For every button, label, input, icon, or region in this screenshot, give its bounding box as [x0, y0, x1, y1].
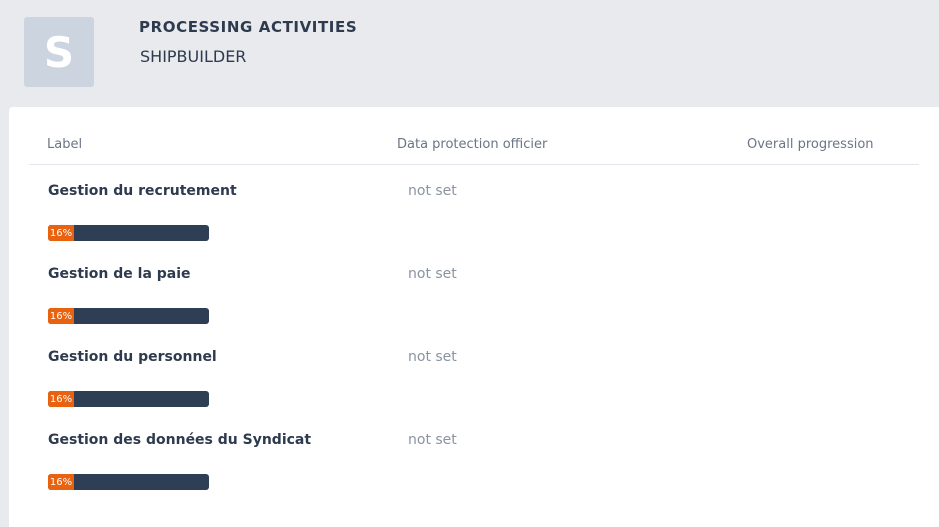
progress-text: 16%: [49, 310, 73, 322]
row-label[interactable]: Gestion du recrutement: [48, 183, 237, 199]
progress-text: 16%: [49, 393, 73, 405]
progress-text: 16%: [49, 227, 73, 239]
avatar-letter: S: [43, 27, 75, 77]
activities-table-card: Label Data protection officier Overall p…: [9, 107, 939, 527]
page-header: S PROCESSING ACTIVITIES SHIPBUILDER: [0, 0, 939, 108]
row-dpo: not set: [408, 266, 457, 282]
column-header-dpo[interactable]: Data protection officier: [397, 137, 547, 152]
progress-bar: 16%: [48, 308, 209, 324]
progress-fill: 16%: [48, 225, 74, 241]
page-subtitle: SHIPBUILDER: [140, 47, 247, 66]
progress-bar: 16%: [48, 391, 209, 407]
row-dpo: not set: [408, 183, 457, 199]
column-header-progression[interactable]: Overall progression: [747, 137, 874, 152]
column-header-label[interactable]: Label: [47, 137, 82, 152]
page-title: PROCESSING ACTIVITIES: [139, 18, 358, 36]
row-label[interactable]: Gestion des données du Syndicat: [48, 432, 311, 448]
row-dpo: not set: [408, 349, 457, 365]
progress-fill: 16%: [48, 391, 74, 407]
table-row[interactable]: Gestion du personnel not set 16%: [48, 349, 908, 432]
progress-bar: 16%: [48, 474, 209, 490]
table-row[interactable]: Gestion du recrutement not set 16%: [48, 183, 908, 266]
avatar: S: [24, 17, 94, 87]
table-row[interactable]: Gestion de la paie not set 16%: [48, 266, 908, 349]
progress-fill: 16%: [48, 308, 74, 324]
progress-fill: 16%: [48, 474, 74, 490]
table-header: Label Data protection officier Overall p…: [29, 107, 919, 165]
row-label[interactable]: Gestion du personnel: [48, 349, 217, 365]
progress-bar: 16%: [48, 225, 209, 241]
table-row[interactable]: Gestion des données du Syndicat not set …: [48, 432, 908, 515]
progress-text: 16%: [49, 476, 73, 488]
row-label[interactable]: Gestion de la paie: [48, 266, 191, 282]
row-dpo: not set: [408, 432, 457, 448]
